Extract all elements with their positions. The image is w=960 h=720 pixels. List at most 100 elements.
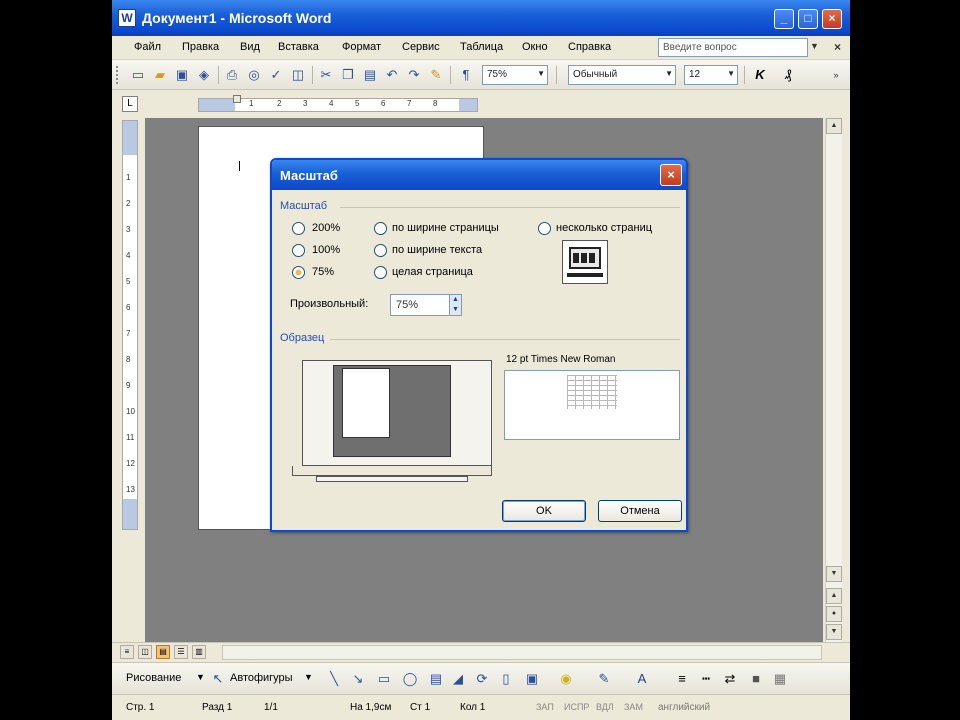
- menu-window[interactable]: Окно: [522, 41, 548, 53]
- dialog-close-button[interactable]: ×: [660, 164, 682, 186]
- spelling-icon[interactable]: ✓: [268, 67, 284, 83]
- radio-many-pages-label[interactable]: несколько страниц: [556, 222, 652, 234]
- strikethrough-icon[interactable]: ₰: [780, 67, 796, 83]
- help-search-input[interactable]: Введите вопрос: [658, 38, 808, 57]
- vertical-ruler[interactable]: 1 2 3 4 5 6 7 8 9 10 11 12 13: [122, 120, 138, 530]
- font-size-combo[interactable]: 12 ▼: [684, 65, 738, 85]
- menu-file[interactable]: Файл: [134, 41, 161, 53]
- open-folder-icon[interactable]: ▰: [152, 67, 168, 83]
- fill-color-icon[interactable]: ◉: [558, 671, 574, 687]
- arrow-icon[interactable]: ↘: [350, 671, 366, 687]
- radio-text-width-label[interactable]: по ширине текста: [392, 244, 482, 256]
- menu-edit[interactable]: Правка: [182, 41, 219, 53]
- tab-selector-icon[interactable]: L: [122, 96, 138, 112]
- toolbar-options-icon[interactable]: »: [828, 67, 844, 83]
- status-ovr[interactable]: ЗАМ: [624, 702, 652, 714]
- select-objects-icon[interactable]: ↖: [210, 671, 226, 687]
- research-icon[interactable]: ◫: [290, 67, 306, 83]
- print-preview-icon[interactable]: ◎: [246, 67, 262, 83]
- horizontal-ruler[interactable]: 1 2 3 4 5 6 7 8: [198, 95, 478, 112]
- menu-tools[interactable]: Сервис: [402, 41, 440, 53]
- menu-view[interactable]: Вид: [240, 41, 260, 53]
- indent-marker[interactable]: [233, 95, 241, 103]
- radio-whole-page[interactable]: [374, 266, 387, 279]
- title-bar[interactable]: W Документ1 - Microsoft Word _ □ ×: [112, 0, 850, 36]
- shadow-style-icon[interactable]: ■: [748, 671, 764, 687]
- custom-zoom-spinner[interactable]: 75% ▲ ▼: [390, 294, 462, 316]
- radio-200-label[interactable]: 200%: [312, 222, 340, 234]
- arrow-style-icon[interactable]: ⇄: [722, 671, 738, 687]
- style-combo[interactable]: Обычный ▼: [568, 65, 676, 85]
- scroll-down-icon[interactable]: ▼: [826, 566, 842, 582]
- close-button[interactable]: ×: [822, 9, 842, 29]
- rectangle-icon[interactable]: ▭: [376, 671, 392, 687]
- radio-many-pages[interactable]: [538, 222, 551, 235]
- menu-insert[interactable]: Вставка: [278, 41, 319, 53]
- print-icon[interactable]: ⎙: [224, 67, 240, 83]
- radio-100-label[interactable]: 100%: [312, 244, 340, 256]
- radio-page-width[interactable]: [374, 222, 387, 235]
- permission-icon[interactable]: ◈: [196, 67, 212, 83]
- scroll-up-icon[interactable]: ▲: [826, 118, 842, 134]
- horizontal-scrollbar[interactable]: [222, 645, 822, 660]
- cancel-button[interactable]: Отмена: [598, 500, 682, 522]
- previous-page-icon[interactable]: ▲: [826, 588, 842, 604]
- line-color-icon[interactable]: ✎: [596, 671, 612, 687]
- menu-format[interactable]: Формат: [342, 41, 381, 53]
- minimize-button[interactable]: _: [774, 9, 794, 29]
- line-icon[interactable]: ╲: [326, 671, 342, 687]
- next-page-icon[interactable]: ▼: [826, 624, 842, 640]
- web-view-icon[interactable]: ◫: [138, 645, 152, 659]
- radio-100[interactable]: [292, 244, 305, 257]
- wordart-icon[interactable]: ◢: [450, 671, 466, 687]
- many-pages-icon[interactable]: [562, 240, 608, 284]
- draw-menu-arrow-icon[interactable]: ▼: [196, 672, 205, 682]
- cut-icon[interactable]: ✂: [318, 67, 334, 83]
- undo-icon[interactable]: ↶: [384, 67, 400, 83]
- paste-icon[interactable]: ▤: [362, 67, 378, 83]
- dialog-title-bar[interactable]: Масштаб ×: [272, 160, 686, 190]
- document-close-icon[interactable]: ×: [834, 40, 841, 54]
- save-icon[interactable]: ▣: [174, 67, 190, 83]
- toolbar-grip[interactable]: [116, 66, 119, 84]
- diagram-icon[interactable]: ⟳: [474, 671, 490, 687]
- show-formatting-icon[interactable]: ¶: [458, 67, 474, 83]
- autoshapes-menu[interactable]: Автофигуры: [230, 672, 293, 684]
- radio-text-width[interactable]: [374, 244, 387, 257]
- word-app-icon[interactable]: W: [118, 9, 136, 27]
- maximize-button[interactable]: □: [798, 9, 818, 29]
- menu-help[interactable]: Справка: [568, 41, 611, 53]
- vertical-scrollbar[interactable]: ▲ ▼ ▲ ● ▼: [825, 118, 842, 642]
- redo-icon[interactable]: ↷: [406, 67, 422, 83]
- oval-icon[interactable]: ◯: [402, 671, 418, 687]
- menu-table[interactable]: Таблица: [460, 41, 503, 53]
- italic-icon[interactable]: K: [752, 67, 768, 83]
- insert-picture-icon[interactable]: ▣: [524, 671, 540, 687]
- outline-view-icon[interactable]: ☰: [174, 645, 188, 659]
- help-dropdown-arrow-icon[interactable]: ▼: [810, 41, 819, 51]
- 3d-style-icon[interactable]: ▦: [772, 671, 788, 687]
- spinner-arrows-icon[interactable]: ▲ ▼: [449, 295, 461, 315]
- line-style-icon[interactable]: ≡: [674, 671, 690, 687]
- status-trk[interactable]: ИСПР: [564, 702, 592, 714]
- font-color-icon[interactable]: A: [634, 671, 650, 687]
- status-rec[interactable]: ЗАП: [536, 702, 564, 714]
- browse-object-icon[interactable]: ●: [826, 606, 842, 622]
- ok-button[interactable]: OK: [502, 500, 586, 522]
- radio-page-width-label[interactable]: по ширине страницы: [392, 222, 499, 234]
- clipart-icon[interactable]: ▯: [498, 671, 514, 687]
- radio-75-label[interactable]: 75%: [312, 266, 334, 278]
- format-painter-icon[interactable]: ✎: [428, 67, 444, 83]
- dash-style-icon[interactable]: ┅: [698, 671, 714, 687]
- copy-icon[interactable]: ❐: [340, 67, 356, 83]
- textbox-icon[interactable]: ▤: [428, 671, 444, 687]
- reading-view-icon[interactable]: ▥: [192, 645, 206, 659]
- status-ext[interactable]: ВДЛ: [596, 702, 624, 714]
- radio-75[interactable]: [292, 266, 305, 279]
- normal-view-icon[interactable]: ≡: [120, 645, 134, 659]
- print-layout-view-icon[interactable]: ▤: [156, 645, 170, 659]
- draw-menu[interactable]: Рисование: [126, 672, 181, 684]
- new-document-icon[interactable]: ▭: [130, 67, 146, 83]
- zoom-combo[interactable]: 75% ▼: [482, 65, 548, 85]
- radio-whole-page-label[interactable]: целая страница: [392, 266, 473, 278]
